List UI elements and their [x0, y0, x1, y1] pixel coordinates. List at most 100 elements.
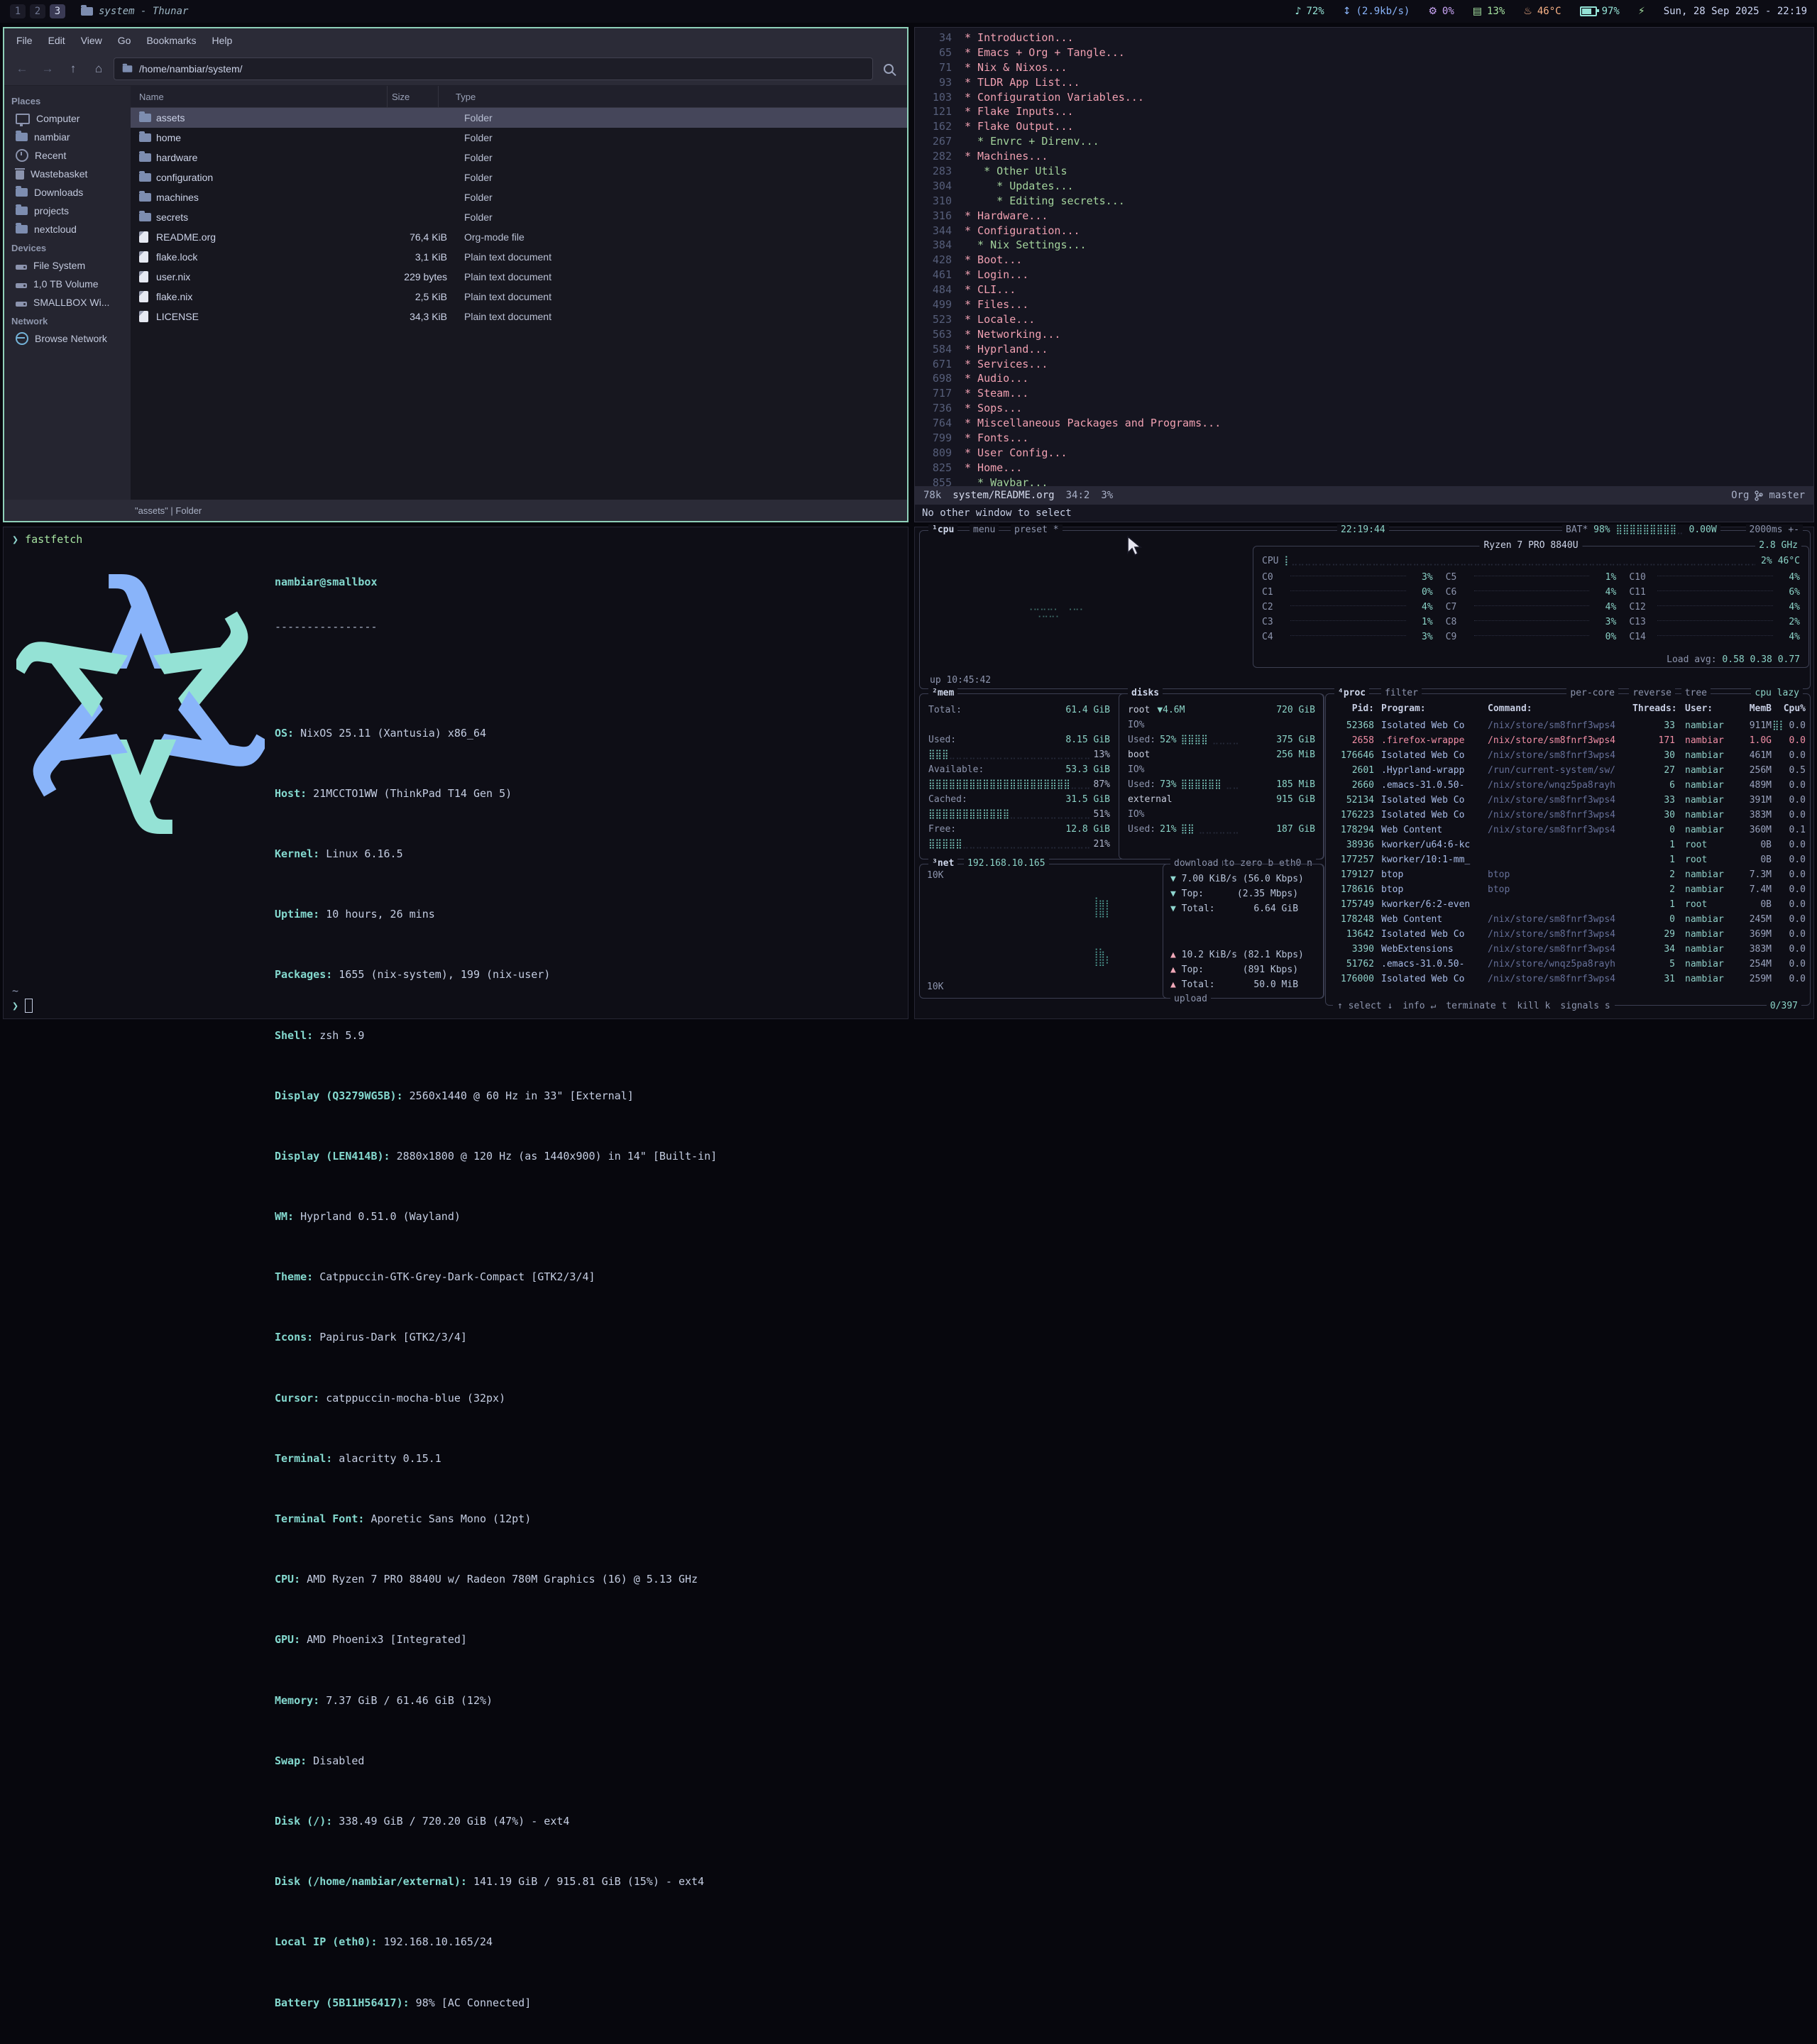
process-row[interactable]: 176000 Isolated Web Co /nix/store/sm8fnr… [1332, 972, 1804, 987]
file-row[interactable]: user.nix 229 bytes Plain text document [131, 267, 907, 287]
back-button[interactable]: ← [11, 58, 33, 79]
process-row[interactable]: 2660 .emacs-31.0.50- /nix/store/wnqz5pa8… [1332, 778, 1804, 793]
info-key[interactable]: info ↵ [1402, 1001, 1436, 1011]
process-row[interactable]: 178248 Web Content /nix/store/sm8fnrf3wp… [1332, 912, 1804, 927]
file-size: 76,4 KiB [396, 231, 447, 243]
org-buffer[interactable]: 34 * Introduction... 65 * Emacs + Org + … [915, 28, 1813, 486]
select-keys[interactable]: ↑ select ↓ [1337, 1001, 1393, 1011]
power-module[interactable]: ⚡ [1638, 6, 1645, 17]
signals-key[interactable]: signals s [1560, 1001, 1610, 1011]
search-button[interactable] [877, 58, 900, 79]
sidebar-item-home[interactable]: nambiar [4, 128, 131, 146]
menu-item[interactable]: Go [111, 32, 138, 49]
menu-item[interactable]: Help [206, 32, 239, 49]
reverse-button[interactable]: reverse [1629, 688, 1675, 698]
process-row[interactable]: 178616 btop btop 2 nambiar 7.4M 0.0 [1332, 882, 1804, 897]
column-size[interactable]: Size [388, 86, 439, 107]
command-line: ❯ fastfetch [12, 533, 82, 546]
process-row[interactable]: 52134 Isolated Web Co /nix/store/sm8fnrf… [1332, 793, 1804, 808]
sidebar-item-recent[interactable]: Recent [4, 146, 131, 165]
shell-prompt[interactable]: ❯ [12, 999, 33, 1013]
sidebar-item-smallbox[interactable]: SMALLBOX Wi... [4, 293, 131, 312]
file-row[interactable]: configuration Folder [131, 167, 907, 187]
preset-button[interactable]: preset * [1011, 524, 1063, 535]
file-row[interactable]: flake.nix 2,5 KiB Plain text document [131, 287, 907, 307]
workspace-3[interactable]: 3 [50, 4, 65, 18]
file-row[interactable]: flake.lock 3,1 KiB Plain text document [131, 247, 907, 267]
core-row: C4 3% [1262, 630, 1433, 644]
file-row[interactable]: hardware Folder [131, 148, 907, 167]
process-row[interactable]: 176646 Isolated Web Co /nix/store/sm8fnr… [1332, 748, 1804, 763]
line-number: 484 [915, 282, 965, 297]
menu-item[interactable]: Bookmarks [140, 32, 202, 49]
sort-mode[interactable]: cpu lazy [1751, 688, 1803, 698]
process-row[interactable]: 51762 .emacs-31.0.50- /nix/store/wnqz5pa… [1332, 957, 1804, 972]
battery-module[interactable]: 97% [1580, 6, 1620, 17]
process-row[interactable]: 176223 Isolated Web Co /nix/store/sm8fnr… [1332, 808, 1804, 823]
process-row[interactable]: 3390 WebExtensions /nix/store/sm8fnrf3wp… [1332, 942, 1804, 957]
home-button[interactable]: ⌂ [88, 58, 109, 79]
menu-item[interactable]: File [10, 32, 39, 49]
sidebar-item-filesystem[interactable]: File System [4, 256, 131, 275]
core-row: C5 1% [1446, 570, 1617, 585]
org-heading-text: * User Config... [965, 446, 1067, 461]
line-number: 499 [915, 297, 965, 312]
line-number: 282 [915, 149, 965, 164]
network-module[interactable]: ↕(2.9kb/s) [1343, 6, 1410, 17]
core-row: C11 6% [1629, 585, 1800, 600]
emacs-window[interactable]: 34 * Introduction... 65 * Emacs + Org + … [914, 27, 1814, 522]
forward-button[interactable]: → [37, 58, 58, 79]
sidebar-item-computer[interactable]: Computer [4, 109, 131, 128]
terminate-key[interactable]: terminate t [1446, 1001, 1507, 1011]
process-row[interactable]: 52368 Isolated Web Co /nix/store/sm8fnrf… [1332, 718, 1804, 733]
disk-entry: root▼4.6M720 GiB IO% Used:52%⣿⣿⣿⣿⣀⣀⣀⣀375… [1128, 703, 1315, 747]
disk-io-label: IO% [1128, 762, 1315, 777]
file-row[interactable]: secrets Folder [131, 207, 907, 227]
file-row[interactable]: LICENSE 34,3 KiB Plain text document [131, 307, 907, 326]
kill-key[interactable]: kill k [1517, 1001, 1550, 1011]
line-number: 717 [915, 386, 965, 401]
process-row[interactable]: 178294 Web Content /nix/store/sm8fnrf3wp… [1332, 823, 1804, 837]
column-name[interactable]: Name [131, 86, 388, 107]
cpu-module[interactable]: ⚙0% [1428, 6, 1454, 17]
sidebar-item-nextcloud[interactable]: nextcloud [4, 220, 131, 238]
menu-item[interactable]: View [75, 32, 109, 49]
file-row[interactable]: machines Folder [131, 187, 907, 207]
process-row[interactable]: 177257 kworker/10:1-mm_ 1 root 0B 0.0 [1332, 852, 1804, 867]
process-row[interactable]: 38936 kworker/u64:6-kc 1 root 0B 0.0 [1332, 837, 1804, 852]
clock-module[interactable]: Sun, 28 Sep 2025 - 22:19 [1664, 6, 1807, 17]
workspace-2[interactable]: 2 [30, 4, 45, 18]
sidebar-item-projects[interactable]: projects [4, 202, 131, 220]
sidebar-item-volume[interactable]: 1,0 TB Volume [4, 275, 131, 293]
tree-button[interactable]: tree [1681, 688, 1711, 698]
fastfetch-info-line: Shell: zsh 5.9 [275, 1028, 717, 1043]
workspace-1[interactable]: 1 [10, 4, 26, 18]
uptime: up 10:45:42 [930, 675, 991, 686]
file-row[interactable]: assets Folder [131, 108, 907, 128]
sidebar-item-downloads[interactable]: Downloads [4, 183, 131, 202]
terminal-window[interactable]: ❯ fastfetch λ λ λ λ λ λ nambiar@smallbox… [3, 527, 908, 1019]
sidebar-item-browse-network[interactable]: Browse Network [4, 329, 131, 348]
process-row[interactable]: 2601 .Hyprland-wrapp /run/current-system… [1332, 763, 1804, 778]
volume-module[interactable]: ♪72% [1295, 6, 1324, 17]
file-row[interactable]: home Folder [131, 128, 907, 148]
up-button[interactable]: ↑ [62, 58, 84, 79]
file-row[interactable]: README.org 76,4 KiB Org-mode file [131, 227, 907, 247]
per-core-button[interactable]: per-core [1566, 688, 1618, 698]
memory-module[interactable]: ▤13% [1473, 6, 1505, 17]
filter-button[interactable]: filter [1381, 688, 1422, 698]
file-type: Folder [447, 152, 907, 163]
process-row[interactable]: 13642 Isolated Web Co /nix/store/sm8fnrf… [1332, 927, 1804, 942]
update-interval[interactable]: 2000ms +- [1746, 524, 1803, 535]
process-row[interactable]: 2658 .firefox-wrappe /nix/store/sm8fnrf3… [1332, 733, 1804, 748]
menu-item[interactable]: Edit [42, 32, 72, 49]
process-row[interactable]: 179127 btop btop 2 nambiar 7.3M 0.0 [1332, 867, 1804, 882]
menu-button[interactable]: menu [970, 524, 999, 535]
line-number: 825 [915, 461, 965, 476]
column-type[interactable]: Type [439, 92, 907, 102]
sidebar-item-wastebasket[interactable]: Wastebasket [4, 165, 131, 183]
process-row[interactable]: 175749 kworker/6:2-even 1 root 0B 0.0 [1332, 897, 1804, 912]
tilde-path: ~ [12, 984, 18, 997]
temperature-module[interactable]: ♨46°C [1523, 6, 1561, 17]
path-bar[interactable]: /home/nambiar/system/ [114, 57, 873, 80]
